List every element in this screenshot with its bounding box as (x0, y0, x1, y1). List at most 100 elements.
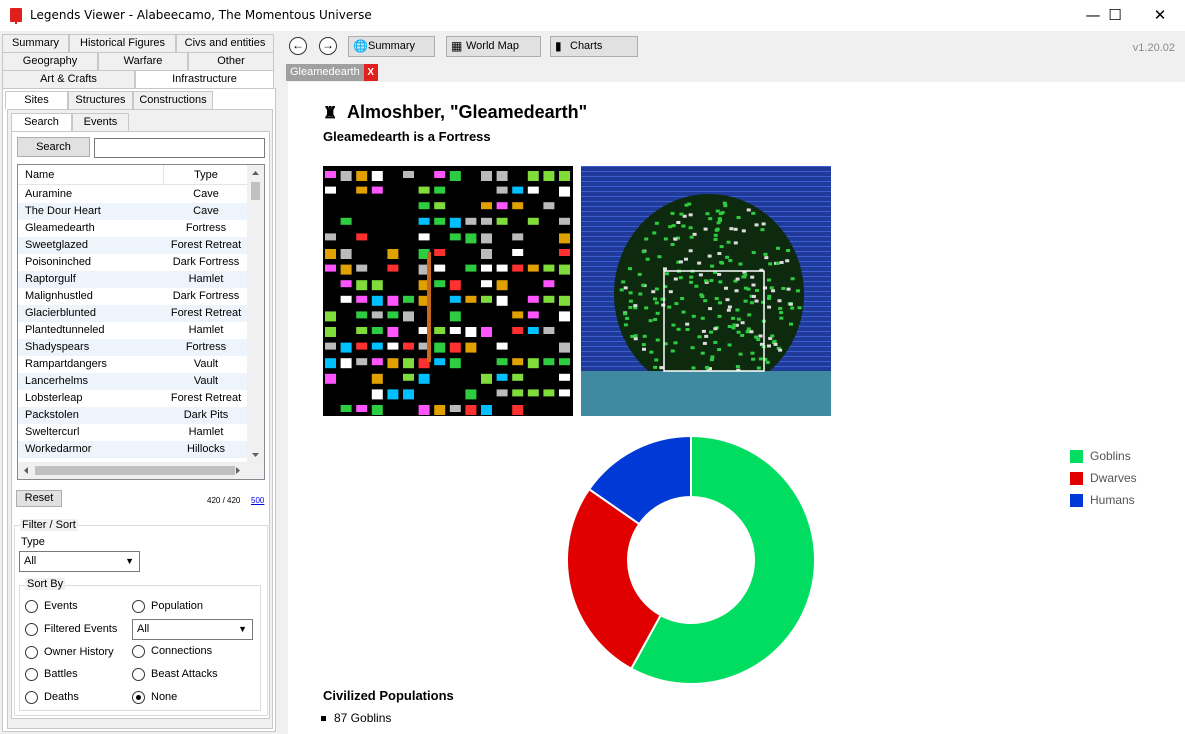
table-row[interactable]: Poisoninched Dark Fortress (18, 254, 248, 271)
radio-none-label: None (151, 691, 178, 703)
map-tile (465, 264, 477, 272)
table-row[interactable]: Malignhustled Dark Fortress (18, 288, 248, 305)
charts-button[interactable]: ▮ Charts (550, 36, 638, 57)
globe-icon: 🌐 (353, 39, 368, 53)
table-row[interactable]: The Dour Heart Cave (18, 203, 248, 220)
table-row[interactable]: Glacierblunted Forest Retreat (18, 305, 248, 322)
map-tile (449, 217, 461, 228)
radio-beast-attacks[interactable]: Beast Attacks (132, 667, 218, 681)
tab-art-and-crafts[interactable]: Art & Crafts (2, 70, 135, 88)
table-row[interactable]: Plantedtunneled Hamlet (18, 322, 248, 339)
table-row[interactable]: Raptorgulf Hamlet (18, 271, 248, 288)
back-button[interactable]: ← (289, 37, 307, 55)
map-tile (481, 249, 492, 259)
table-row[interactable]: Auramine Cave (18, 186, 248, 203)
site-type-cell: Forest Retreat (170, 307, 242, 319)
radio-events[interactable]: Events (25, 599, 78, 613)
tab-geography[interactable]: Geography (2, 52, 98, 70)
map-tile (746, 327, 751, 331)
populations-title: Civilized Populations (323, 688, 454, 703)
tab-warfare[interactable]: Warfare (98, 52, 188, 70)
map-tile (356, 358, 368, 366)
site-type-cell: Cave (193, 205, 219, 217)
map-tile (692, 232, 697, 236)
tab-infrastructure[interactable]: Infrastructure (135, 70, 274, 88)
map-tile (418, 373, 430, 384)
map-tile (527, 171, 539, 181)
tab-search[interactable]: Search (11, 113, 72, 131)
search-button[interactable]: Search (17, 137, 90, 157)
map-tile (621, 280, 626, 284)
map-tile (371, 280, 383, 291)
map-tile (465, 405, 477, 415)
site-type-cell: Cave (193, 188, 219, 200)
table-row[interactable]: Shadyspears Fortress (18, 339, 248, 356)
map-tile (745, 330, 750, 334)
document-tab[interactable]: Gleamedearth X (286, 64, 378, 81)
map-tile (653, 297, 658, 301)
map-tile (496, 342, 508, 350)
search-input[interactable] (94, 138, 265, 158)
tab-summary[interactable]: Summary (2, 34, 69, 52)
map-tile (628, 267, 633, 271)
map-tile (649, 350, 654, 354)
tab-civs-and-entities[interactable]: Civs and entities (176, 34, 274, 52)
reset-button[interactable]: Reset (16, 490, 62, 507)
map-tile (481, 217, 492, 225)
legend-entry[interactable]: Humans (1070, 489, 1137, 511)
map-tile (726, 240, 731, 244)
type-select[interactable]: All ▼ (19, 551, 140, 572)
column-header-type[interactable]: Type (164, 165, 248, 184)
close-tab-icon[interactable]: X (363, 64, 378, 81)
forward-button[interactable]: → (319, 37, 337, 55)
radio-deaths[interactable]: Deaths (25, 690, 79, 704)
radio-connections[interactable]: Connections (132, 644, 212, 658)
map-tile (356, 264, 368, 272)
table-row[interactable]: Lancerhelms Vault (18, 373, 248, 390)
subtab-sites[interactable]: Sites (5, 91, 68, 109)
close-button[interactable]: ✕ (1137, 0, 1183, 31)
table-row[interactable]: Sweltercurl Hamlet (18, 424, 248, 441)
site-map-region (581, 166, 831, 416)
radio-none[interactable]: None (132, 690, 177, 704)
table-row[interactable]: Rampartdangers Vault (18, 356, 248, 373)
tab-historical-figures[interactable]: Historical Figures (69, 34, 176, 52)
map-tile (717, 348, 722, 352)
radio-filtered-events-dot (25, 622, 38, 636)
map-tile (700, 351, 705, 355)
radio-owner-history[interactable]: Owner History (25, 645, 114, 659)
horizontal-scrollbar[interactable] (18, 462, 264, 479)
table-row[interactable]: Workedarmor Hillocks (18, 441, 248, 458)
world-map-button[interactable]: ▦ World Map (446, 36, 541, 57)
tab-events[interactable]: Events (72, 113, 129, 131)
map-tile (769, 286, 774, 290)
sites-list[interactable]: Name Type Auramine Cave The Dour Heart Cave… (17, 164, 265, 480)
radio-population[interactable]: Population (132, 599, 203, 613)
map-tile (387, 389, 399, 400)
tab-other[interactable]: Other (188, 52, 274, 70)
map-tile (717, 301, 722, 305)
map-tile (749, 301, 754, 305)
document-tab-label[interactable]: Gleamedearth (286, 64, 364, 81)
map-tile (653, 365, 658, 369)
summary-button[interactable]: 🌐 Summary (348, 36, 435, 57)
table-row[interactable]: Packstolen Dark Pits (18, 407, 248, 424)
page-size-link[interactable]: 500 (251, 496, 264, 505)
maximize-button[interactable]: ☐ (1092, 0, 1138, 31)
table-row[interactable]: Sweetglazed Forest Retreat (18, 237, 248, 254)
vertical-scrollbar[interactable] (247, 165, 264, 463)
subtab-structures[interactable]: Structures (68, 91, 133, 109)
table-row[interactable]: Gleamedearth Fortress (18, 220, 248, 237)
radio-filtered-events[interactable]: Filtered Events (25, 622, 117, 636)
legend-entry[interactable]: Dwarves (1070, 467, 1137, 489)
radio-battles[interactable]: Battles (25, 667, 78, 681)
population-select[interactable]: All ▼ (132, 619, 253, 640)
legend-entry[interactable]: Goblins (1070, 445, 1137, 467)
table-row[interactable]: Lobsterleap Forest Retreat (18, 390, 248, 407)
column-header-name[interactable]: Name (18, 165, 164, 184)
map-tile (638, 292, 643, 296)
map-tile (683, 257, 688, 261)
subtab-constructions[interactable]: Constructions (133, 91, 213, 109)
map-tile (691, 366, 696, 370)
map-tile (418, 186, 430, 194)
